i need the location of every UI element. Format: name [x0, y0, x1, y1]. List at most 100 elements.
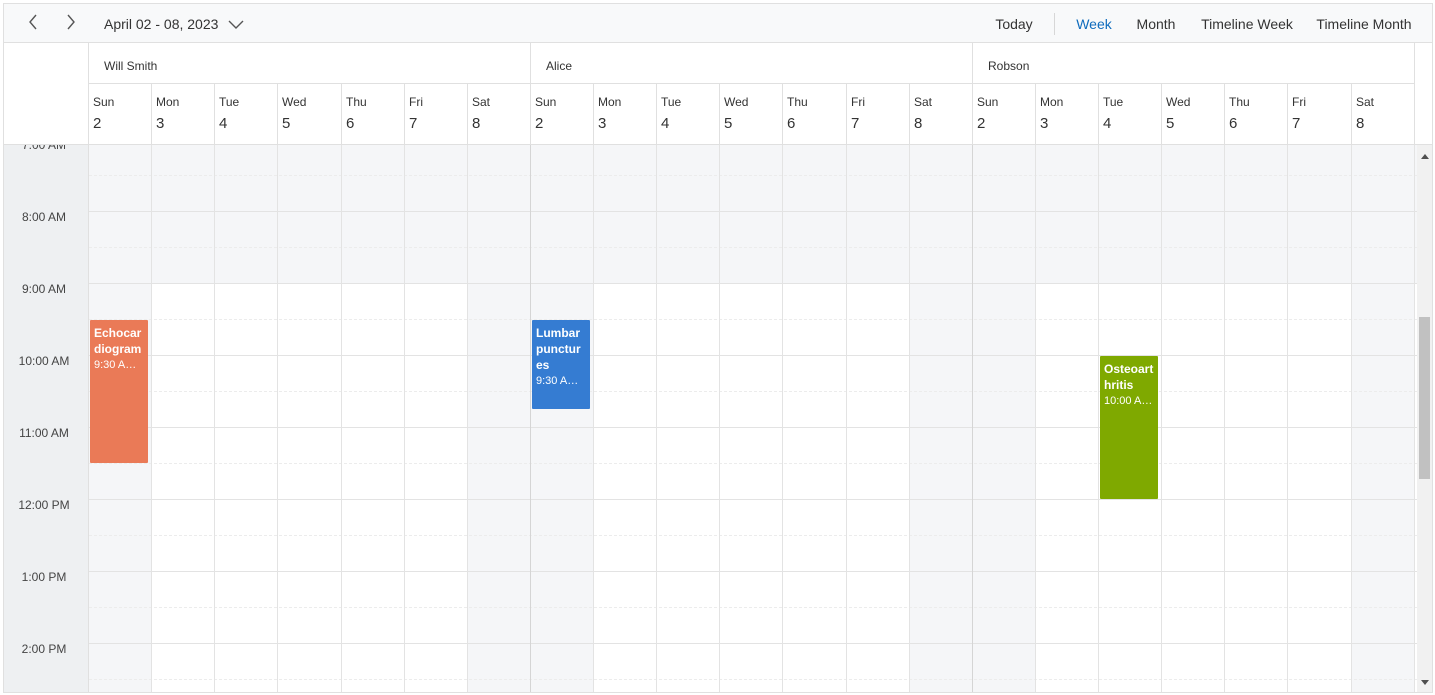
time-slot-label: 12:00 PM [18, 498, 70, 512]
day-column[interactable] [152, 145, 215, 692]
scheduler-content: 7:00 AM 8:00 AM 9:00 AM 10:00 AM 11:00 AM 12:… [4, 145, 1432, 692]
day-name: Mon [598, 95, 622, 109]
day-name: Thu [787, 95, 808, 109]
chevron-left-icon [28, 14, 38, 33]
vertical-scrollbar[interactable] [1417, 145, 1432, 692]
date-header-cell[interactable]: Fri 7 [1288, 84, 1352, 145]
day-number[interactable]: 4 [1103, 115, 1161, 132]
day-column[interactable] [405, 145, 468, 692]
time-slot-label: 9:00 AM [21, 282, 67, 296]
time-slot-label: 1:00 PM [21, 570, 67, 584]
day-number[interactable]: 6 [1229, 115, 1287, 132]
day-name: Tue [219, 95, 240, 109]
date-header-cell[interactable]: Tue 4 [215, 84, 278, 145]
date-header-cell[interactable]: Sun 2 [89, 84, 152, 145]
time-slot-label: 2:00 PM [21, 642, 67, 656]
day-column[interactable] [278, 145, 342, 692]
day-column[interactable] [847, 145, 910, 692]
appointment-subject: Osteoarthritis [1104, 362, 1154, 392]
scroll-down-button[interactable] [1417, 674, 1432, 690]
day-number[interactable]: 5 [1166, 115, 1224, 132]
day-column[interactable] [594, 145, 657, 692]
day-number[interactable]: 2 [977, 115, 1035, 132]
date-range-picker[interactable]: April 02 - 08, 2023 [104, 4, 244, 43]
appointment-subject: Echocardiogram [94, 326, 142, 356]
day-column[interactable] [215, 145, 278, 692]
day-number[interactable]: 6 [346, 115, 404, 132]
day-column[interactable] [1225, 145, 1288, 692]
appointment-time: 10:00 AM - 12:00 PM [1104, 395, 1154, 407]
date-header-cell[interactable]: Thu 6 [783, 84, 847, 145]
day-column[interactable] [973, 145, 1036, 692]
view-timeline-week-button[interactable]: Timeline Week [1197, 4, 1297, 43]
date-header-cell[interactable]: Thu 6 [1225, 84, 1288, 145]
day-number[interactable]: 8 [472, 115, 530, 132]
scheduler-grid: Echocardiogram 9:30 AM - 11:30 AM Lumbar p… [89, 145, 1417, 692]
day-column[interactable] [531, 145, 594, 692]
day-number[interactable]: 5 [282, 115, 341, 132]
day-column[interactable] [720, 145, 783, 692]
date-header-cell[interactable]: Mon 3 [594, 84, 657, 145]
scroll-up-button[interactable] [1417, 147, 1432, 163]
day-number[interactable]: 6 [787, 115, 846, 132]
date-header-cell[interactable]: Thu 6 [342, 84, 405, 145]
scrollbar-thumb[interactable] [1419, 317, 1430, 479]
day-name: Mon [1040, 95, 1064, 109]
day-number[interactable]: 3 [1040, 115, 1098, 132]
date-header-cell[interactable]: Mon 3 [152, 84, 215, 145]
date-header-cell[interactable]: Sat 8 [468, 84, 531, 145]
previous-button[interactable] [18, 4, 48, 43]
date-header-cell[interactable]: Wed 5 [278, 84, 342, 145]
time-slot-label: 8:00 AM [21, 210, 67, 224]
today-button[interactable]: Today [989, 4, 1039, 43]
day-column[interactable] [1352, 145, 1415, 692]
header-corner [4, 43, 89, 145]
day-column[interactable] [910, 145, 973, 692]
date-header-cell[interactable]: Tue 4 [1099, 84, 1162, 145]
day-number[interactable]: 7 [1292, 115, 1351, 132]
day-number[interactable]: 2 [535, 115, 593, 132]
scheduler: April 02 - 08, 2023 Today Week Month Tim… [3, 3, 1433, 693]
date-header-cell[interactable]: Mon 3 [1036, 84, 1099, 145]
next-button[interactable] [56, 4, 86, 43]
date-header-cell[interactable]: Sun 2 [531, 84, 594, 145]
view-month-button[interactable]: Month [1131, 4, 1181, 43]
day-name: Wed [1166, 95, 1191, 109]
day-name: Fri [851, 95, 865, 109]
day-number[interactable]: 4 [661, 115, 719, 132]
day-number[interactable]: 5 [724, 115, 782, 132]
date-header-cell[interactable]: Sat 8 [1352, 84, 1415, 145]
chevron-right-icon [66, 14, 76, 33]
day-number[interactable]: 7 [851, 115, 909, 132]
day-number[interactable]: 3 [156, 115, 214, 132]
date-header-cell[interactable]: Wed 5 [720, 84, 783, 145]
day-column[interactable] [657, 145, 720, 692]
date-header-cell[interactable]: Sat 8 [910, 84, 973, 145]
date-header-cell[interactable]: Sun 2 [973, 84, 1036, 145]
day-name: Sat [914, 95, 933, 109]
view-timeline-month-button[interactable]: Timeline Month [1310, 4, 1418, 43]
day-name: Tue [661, 95, 682, 109]
date-header-cell[interactable]: Fri 7 [405, 84, 468, 145]
date-header-cell[interactable]: Fri 7 [847, 84, 910, 145]
date-header-cell[interactable]: Wed 5 [1162, 84, 1225, 145]
day-number[interactable]: 3 [598, 115, 656, 132]
date-header-cell[interactable]: Tue 4 [657, 84, 720, 145]
day-column[interactable] [468, 145, 531, 692]
appointment[interactable]: Lumbar punctures 9:30 AM - 10:45 AM [532, 320, 590, 409]
day-column[interactable] [1288, 145, 1352, 692]
day-number[interactable]: 7 [409, 115, 467, 132]
time-column: 7:00 AM 8:00 AM 9:00 AM 10:00 AM 11:00 AM 12:… [4, 145, 89, 692]
toolbar-separator [1054, 13, 1055, 35]
day-column[interactable] [783, 145, 847, 692]
day-number[interactable]: 4 [219, 115, 277, 132]
day-number[interactable]: 2 [93, 115, 151, 132]
day-number[interactable]: 8 [1356, 115, 1414, 132]
view-week-button[interactable]: Week [1071, 4, 1117, 43]
day-column[interactable] [1162, 145, 1225, 692]
day-column[interactable] [342, 145, 405, 692]
appointment[interactable]: Echocardiogram 9:30 AM - 11:30 AM [90, 320, 148, 463]
day-number[interactable]: 8 [914, 115, 972, 132]
appointment[interactable]: Osteoarthritis 10:00 AM - 12:00 PM [1100, 356, 1158, 499]
day-column[interactable] [1036, 145, 1099, 692]
